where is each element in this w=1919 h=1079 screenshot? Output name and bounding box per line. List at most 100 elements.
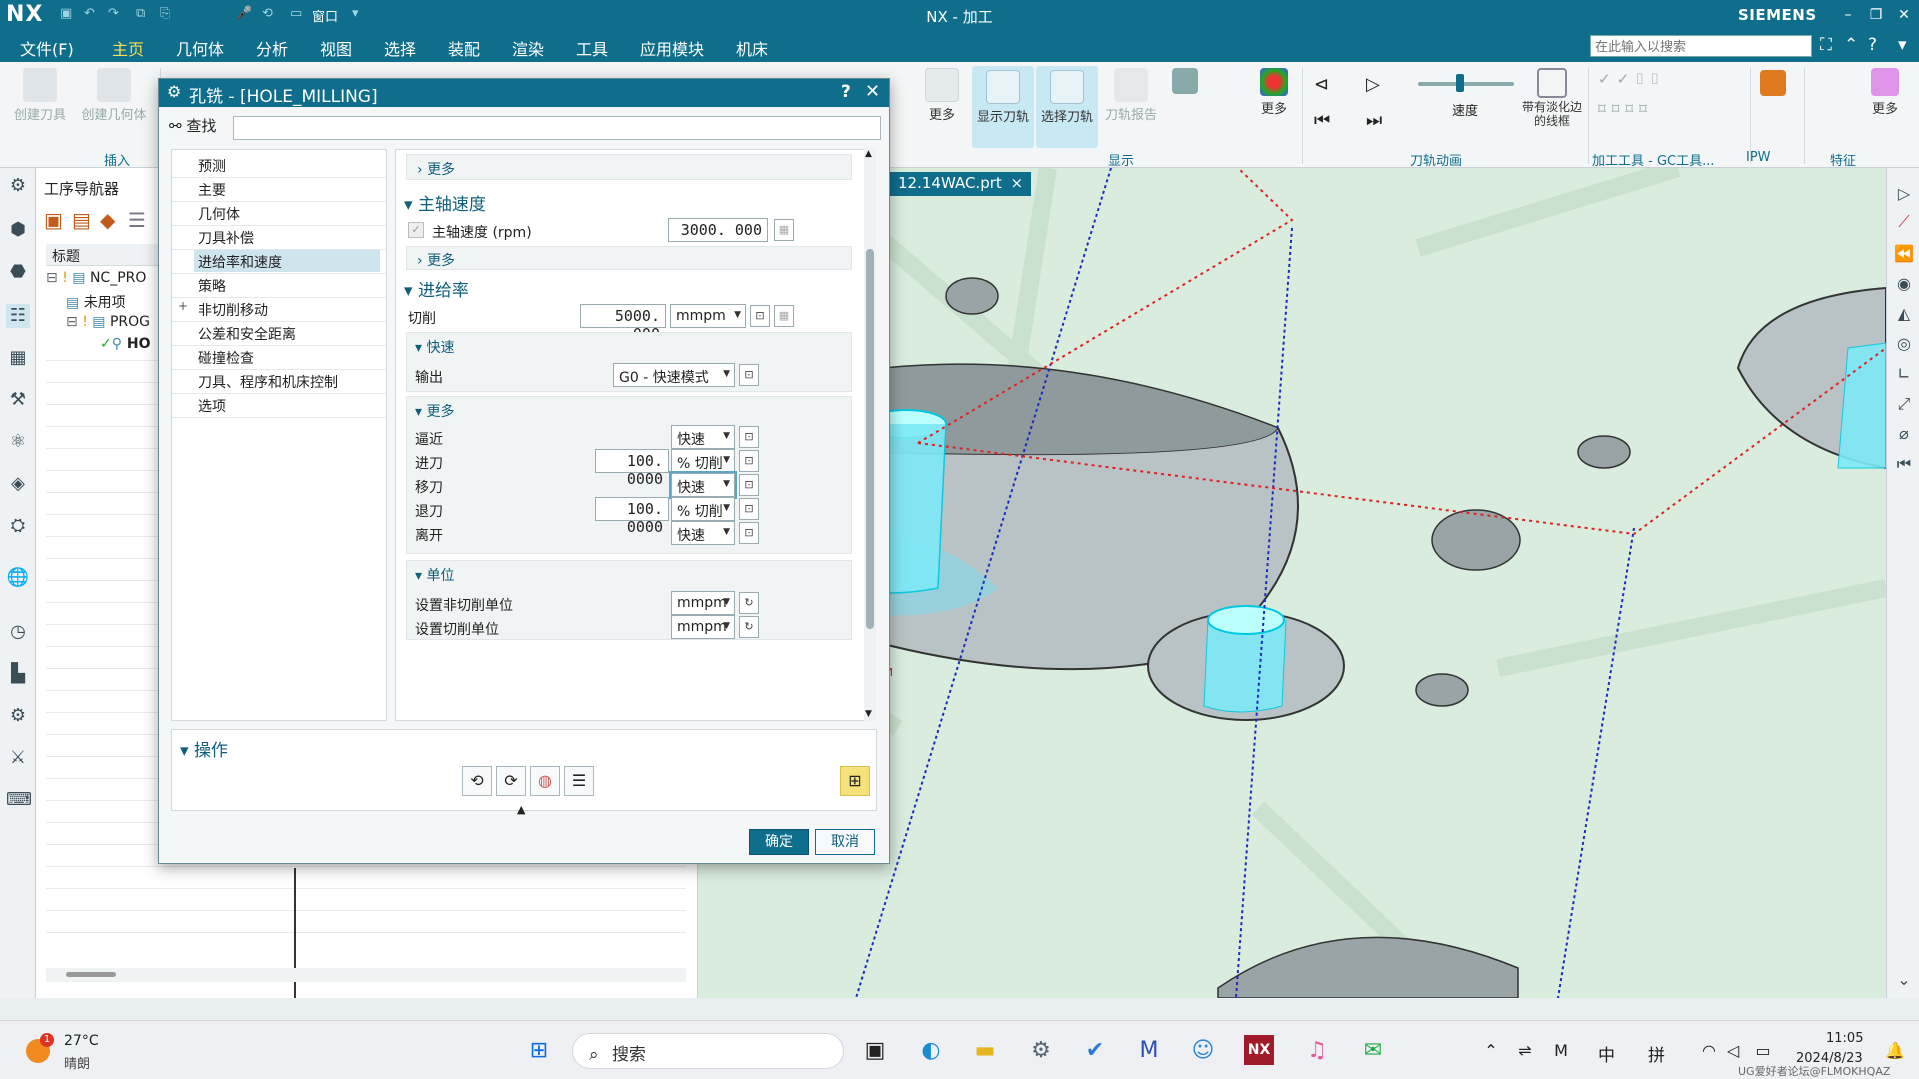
ime-mode-indicator[interactable]: 拼 — [1648, 1041, 1665, 1066]
step-back-icon[interactable]: ⊲ — [1314, 74, 1329, 95]
small-hole[interactable] — [945, 277, 999, 315]
window-menu[interactable]: 窗口 — [312, 6, 338, 25]
find-input[interactable] — [233, 116, 881, 140]
close-button[interactable]: ✕ — [1890, 3, 1918, 27]
copy-icon[interactable]: ⧉ — [136, 6, 145, 21]
collapse-ribbon-icon[interactable]: ⌃ — [1844, 35, 1858, 55]
lock-icon[interactable]: ⊡ — [739, 498, 759, 520]
category-main[interactable]: 主要 — [194, 178, 380, 200]
lock-icon[interactable]: ⊡ — [739, 364, 759, 386]
refresh-icon[interactable]: ↻ — [739, 592, 759, 614]
spindle-more-section[interactable]: › 更多 — [406, 246, 852, 270]
toolpath-report-button[interactable]: 刀轨报告 — [1100, 68, 1162, 123]
cancel-button[interactable]: 取消 — [815, 829, 875, 855]
machine-tool-navigator-icon[interactable]: ▦ — [6, 346, 30, 370]
horizontal-scrollbar[interactable] — [46, 968, 686, 982]
spindle-checkbox[interactable]: ✓ — [408, 222, 424, 238]
role-icon[interactable]: ◈ — [6, 472, 30, 496]
tree-row-hole-milling[interactable]: ✓⚲ HO — [100, 336, 151, 358]
windows-start-icon[interactable]: ⊞ — [524, 1037, 554, 1065]
dialog-header[interactable]: ⚙ 孔铣 - [HOLE_MILLING] ? ✕ — [159, 79, 889, 107]
battery-icon[interactable]: ▭ — [1748, 1037, 1778, 1065]
tree-row-unused[interactable]: ▤ 未用项 — [66, 292, 126, 314]
edge-icon[interactable]: ◐ — [916, 1037, 946, 1065]
engage-input[interactable]: 100. 0000 — [595, 449, 669, 488]
replay-button[interactable]: ⟳ — [496, 766, 526, 796]
machine-icon[interactable]: ⌨ — [6, 788, 32, 812]
menu-analysis[interactable]: 分析 — [256, 36, 288, 60]
fit-icon[interactable]: ⤢ — [1892, 392, 1916, 416]
category-non-cutting-moves[interactable]: 非切削移动 — [194, 298, 380, 320]
weather-desc[interactable]: 晴朗 — [64, 1053, 90, 1072]
operations-header[interactable]: ▾ 操作 — [180, 736, 228, 761]
window-switch-icon[interactable]: ▭ — [290, 6, 302, 21]
lock-icon[interactable]: ⊡ — [739, 522, 759, 544]
generate-button[interactable]: ⟲ — [462, 766, 492, 796]
approach-dropdown[interactable]: 快速 — [671, 425, 735, 449]
wireframe-button[interactable]: 带有淡化边的线框 — [1518, 68, 1586, 128]
play-circle-icon[interactable]: ▷ — [1892, 182, 1916, 206]
tree-row-program[interactable]: ⊟ ! ▤ PROG — [66, 314, 150, 336]
menu-select[interactable]: 选择 — [384, 36, 416, 60]
user-app-icon[interactable]: ☺ — [1188, 1037, 1218, 1065]
category-tool-program-machine[interactable]: 刀具、程序和机床控制 — [194, 370, 380, 392]
command-finder-icon[interactable]: ⟲ — [262, 6, 273, 21]
scrollbar-thumb[interactable] — [66, 972, 116, 977]
fast-forward-icon[interactable]: ⏭ — [1366, 110, 1382, 131]
save-icon[interactable]: ▣ — [60, 6, 72, 21]
expand-icon[interactable]: ⌄ — [1892, 968, 1916, 992]
panel-scrollbar[interactable]: ▲ ▼ — [864, 149, 876, 721]
menu-view[interactable]: 视图 — [320, 36, 352, 60]
tool-library-icon[interactable]: ⛭ — [6, 514, 30, 538]
todo-icon[interactable]: ✔ — [1080, 1037, 1110, 1065]
machining-wizard-icon[interactable]: ⚙ — [6, 704, 30, 728]
ipw-display-button[interactable] — [1168, 68, 1202, 96]
paste-icon[interactable]: ⎘ — [160, 6, 170, 21]
category-tolerance[interactable]: 公差和安全距离 — [194, 322, 380, 344]
settings-icon[interactable]: ⚙ — [6, 174, 30, 198]
dialog-help-button[interactable]: ? — [841, 82, 851, 102]
wechat-icon[interactable]: ✉ — [1358, 1037, 1388, 1065]
cut-unit-setting-dropdown[interactable]: mmpm — [671, 615, 735, 639]
traverse-dropdown[interactable]: 快速 — [669, 471, 737, 499]
noncut-unit-dropdown[interactable]: mmpm — [671, 591, 735, 615]
machining-feature-icon[interactable]: ⚒ — [6, 388, 30, 412]
spindle-speed-input[interactable]: 3000. 000 — [668, 218, 768, 242]
calculator-icon[interactable]: ▦ — [774, 219, 794, 241]
chevron-down-icon[interactable]: ▾ — [352, 6, 359, 21]
engage-unit-dropdown[interactable]: % 切削 — [671, 449, 735, 473]
category-geometry[interactable]: 几何体 — [194, 202, 380, 224]
operation-navigator-icon[interactable]: ☷ — [6, 304, 30, 328]
category-options[interactable]: 选项 — [194, 394, 380, 416]
web-browser-icon[interactable]: 🌐 — [6, 566, 30, 590]
hole-view-icon[interactable]: ◎ — [1892, 332, 1916, 356]
show-toolpath-button[interactable]: 显示刀轨 — [972, 66, 1034, 148]
notification-bell-icon[interactable]: 🔔 — [1880, 1037, 1910, 1065]
lock-icon[interactable]: ⊡ — [750, 305, 770, 327]
retract-input[interactable]: 100. 0000 — [595, 497, 669, 536]
tree-row-nc-program[interactable]: ⊟ ! ▤ NC_PRO — [46, 270, 146, 292]
refresh-icon[interactable]: ↻ — [739, 616, 759, 638]
lock-icon[interactable]: ⊡ — [739, 426, 759, 448]
menu-machine[interactable]: 机床 — [736, 36, 768, 60]
app-m-icon[interactable]: M — [1134, 1037, 1164, 1065]
section-view-icon[interactable]: ◭ — [1892, 302, 1916, 326]
retract-unit-dropdown[interactable]: % 切削 — [671, 497, 735, 521]
volume-icon[interactable]: ◁ — [1718, 1037, 1748, 1065]
ipw-icon[interactable] — [1760, 70, 1786, 96]
select-toolpath-button[interactable]: 选择刀轨 — [1036, 66, 1098, 148]
small-hole[interactable] — [1577, 435, 1631, 469]
minimize-button[interactable]: – — [1834, 3, 1862, 27]
category-predict[interactable]: 预测 — [194, 154, 380, 176]
spindle-section-header[interactable]: ▾ 主轴速度 — [404, 190, 486, 215]
clock-time[interactable]: 11:05 — [1826, 1031, 1863, 1046]
rewind-icon[interactable]: ⏮ — [1314, 110, 1330, 131]
task-view-icon[interactable]: ▣ — [860, 1037, 890, 1065]
scroll-up-icon[interactable]: ▲ — [865, 149, 872, 159]
palette-icon[interactable]: ▙ — [6, 662, 30, 686]
cut-feed-input[interactable]: 5000. 000 — [580, 304, 666, 343]
spindle-more-toggle[interactable]: › 更多 — [417, 250, 455, 270]
menu-render[interactable]: 渲染 — [512, 36, 544, 60]
depart-dropdown[interactable]: 快速 — [671, 521, 735, 545]
rapid-toggle[interactable]: ▾ 快速 — [415, 337, 454, 357]
